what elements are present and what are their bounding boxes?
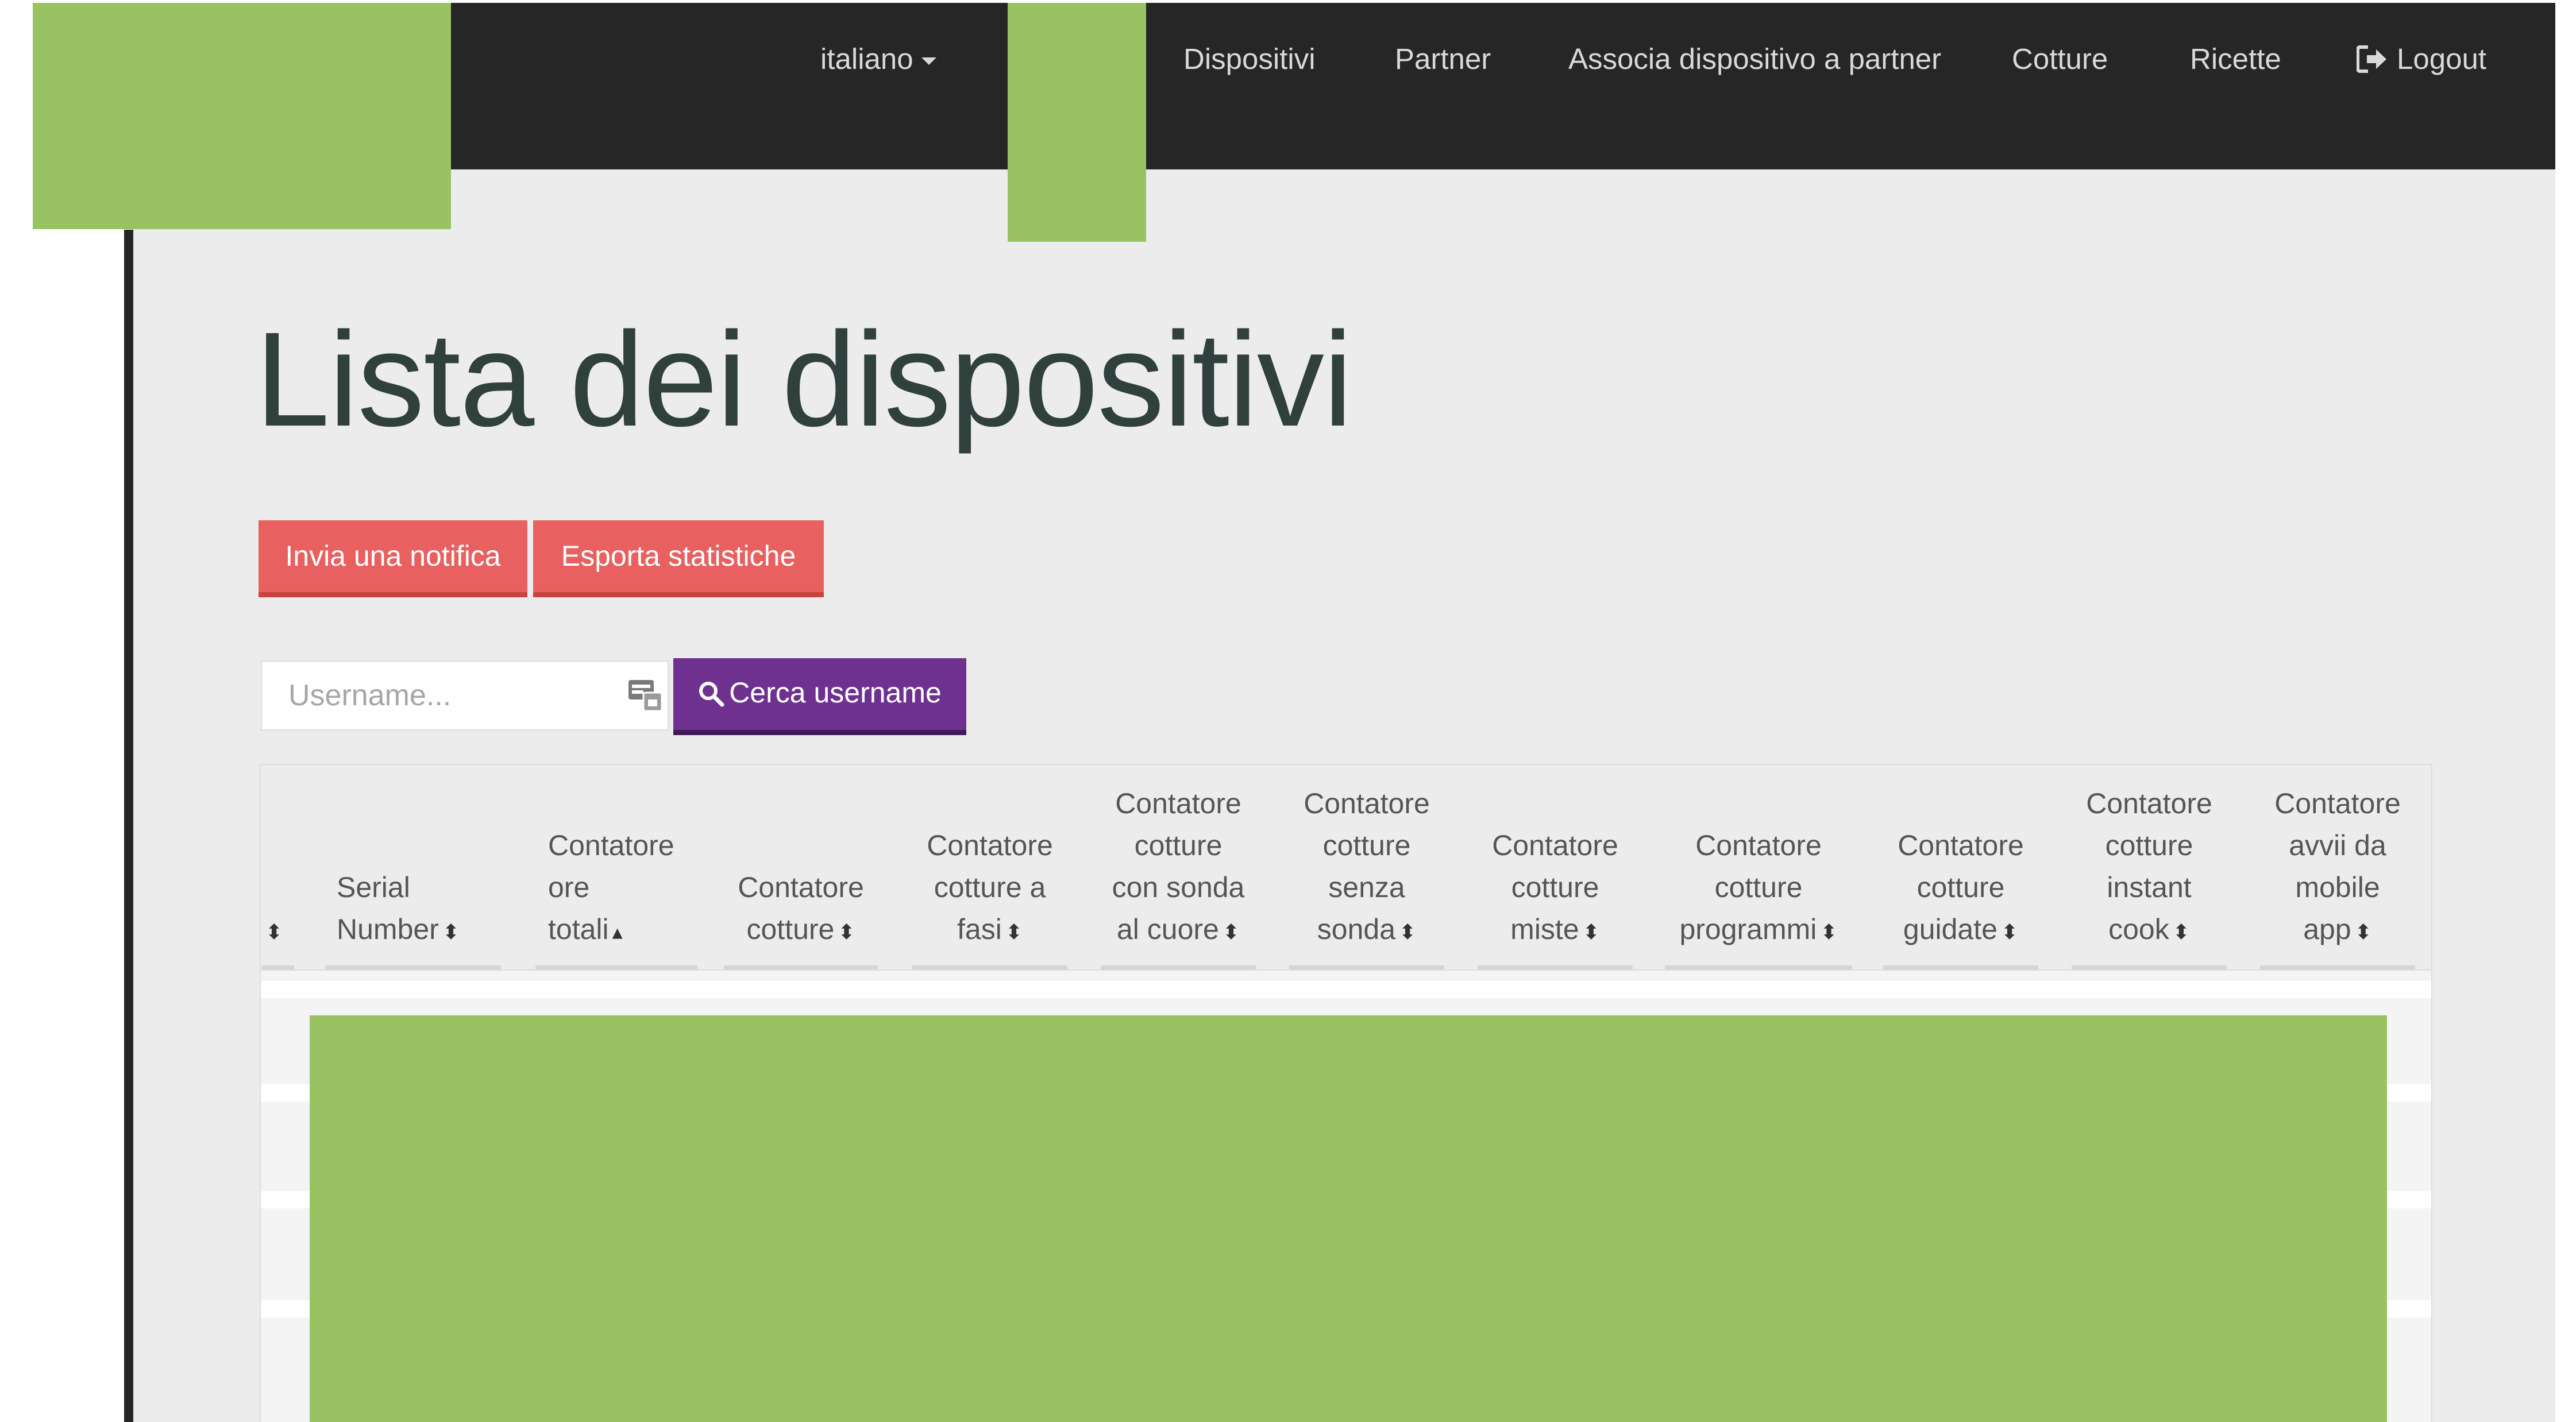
column-header-sonda-al-cuore[interactable]: Contatore cotture con sonda al cuore ⬍ xyxy=(1101,765,1256,969)
page-title: Lista dei dispositivi xyxy=(255,304,1353,454)
column-label: Contatore cotture programmi xyxy=(1679,829,1822,945)
column-header-cotture-miste[interactable]: Contatore cotture miste ⬍ xyxy=(1478,765,1633,969)
sort-icon: ⬍ xyxy=(1005,920,1023,944)
column-label: Contatore cotture a fasi xyxy=(927,829,1053,945)
column-label: Contatore avvii da mobile app xyxy=(2274,787,2401,945)
language-label: italiano xyxy=(820,42,913,75)
column-header-ore-totali[interactable]: Contatore ore totali ▴ xyxy=(535,765,697,969)
sort-icon: ⬍ xyxy=(1820,920,1838,944)
sort-icon: ⬍ xyxy=(2172,920,2190,944)
sort-icon: ⬍ xyxy=(1582,920,1600,944)
table-header: ⬍ Serial Number ⬍ Contatore ore totali ▴ C… xyxy=(261,765,2431,971)
logout-link[interactable]: Logout xyxy=(2357,33,2486,85)
sort-icon: ⬍ xyxy=(1222,920,1240,944)
column-label: Contatore cotture instant cook xyxy=(2086,787,2212,945)
column-header-cotture-programmi[interactable]: Contatore cotture programmi ⬍ xyxy=(1665,765,1852,969)
nav-item-ricette[interactable]: Ricette xyxy=(2190,33,2281,85)
table-row xyxy=(261,981,2431,998)
sidebar-edge xyxy=(124,230,133,1422)
column-header-cotture-a-fasi[interactable]: Contatore cotture a fasi ⬍ xyxy=(912,765,1067,969)
nav-item-dispositivi[interactable]: Dispositivi xyxy=(1183,33,1316,85)
nav-item-label: Cotture xyxy=(2012,42,2108,75)
nav-item-label: Associa dispositivo a partner xyxy=(1568,42,1942,75)
password-manager-icon[interactable] xyxy=(627,678,663,712)
column-header-select[interactable]: ⬍ xyxy=(262,765,294,969)
column-label: Contatore ore totali xyxy=(548,829,674,945)
send-notification-button[interactable]: Invia una notifica xyxy=(259,520,527,597)
column-header-cotture-guidate[interactable]: Contatore cotture guidate ⬍ xyxy=(1883,765,2038,969)
logout-icon xyxy=(2357,45,2386,73)
column-label: Serial Number xyxy=(337,871,439,945)
column-header-senza-sonda[interactable]: Contatore cotture senza sonda ⬍ xyxy=(1289,765,1444,969)
nav-item-cotture[interactable]: Cotture xyxy=(2012,33,2108,85)
language-dropdown[interactable]: italiano xyxy=(820,33,936,85)
sort-icon: ⬍ xyxy=(1399,920,1417,944)
sort-icon: ⬍ xyxy=(442,920,460,944)
column-header-instant-cook[interactable]: Contatore cotture instant cook ⬍ xyxy=(2072,765,2227,969)
sort-ascending-icon: ▴ xyxy=(612,920,623,944)
search-username-button[interactable]: Cerca username xyxy=(673,658,966,735)
column-header-avvii-mobile-app[interactable]: Contatore avvii da mobile app ⬍ xyxy=(2260,765,2415,969)
chevron-down-icon xyxy=(921,57,936,65)
nav-item-label: Ricette xyxy=(2190,42,2281,75)
column-header-cotture[interactable]: Contatore cotture ⬍ xyxy=(724,765,878,969)
redacted-table-body xyxy=(310,1015,2387,1422)
sort-icon: ⬍ xyxy=(838,920,855,944)
nav-item-label: Partner xyxy=(1395,42,1491,75)
redacted-nav-item xyxy=(1008,3,1146,242)
sort-icon: ⬍ xyxy=(2000,920,2019,944)
column-header-serial-number[interactable]: Serial Number ⬍ xyxy=(325,765,501,969)
logout-label: Logout xyxy=(2397,42,2486,75)
search-icon xyxy=(699,682,724,707)
nav-item-associa[interactable]: Associa dispositivo a partner xyxy=(1568,33,1941,85)
export-statistics-button[interactable]: Esporta statistiche xyxy=(533,520,824,597)
nav-item-label: Dispositivi xyxy=(1183,42,1316,75)
username-search-input[interactable] xyxy=(261,660,669,731)
search-button-label: Cerca username xyxy=(729,677,942,709)
sort-icon: ⬍ xyxy=(265,920,283,944)
sort-icon: ⬍ xyxy=(2354,920,2372,944)
nav-item-partner[interactable]: Partner xyxy=(1395,33,1491,85)
redacted-logo xyxy=(33,3,451,229)
